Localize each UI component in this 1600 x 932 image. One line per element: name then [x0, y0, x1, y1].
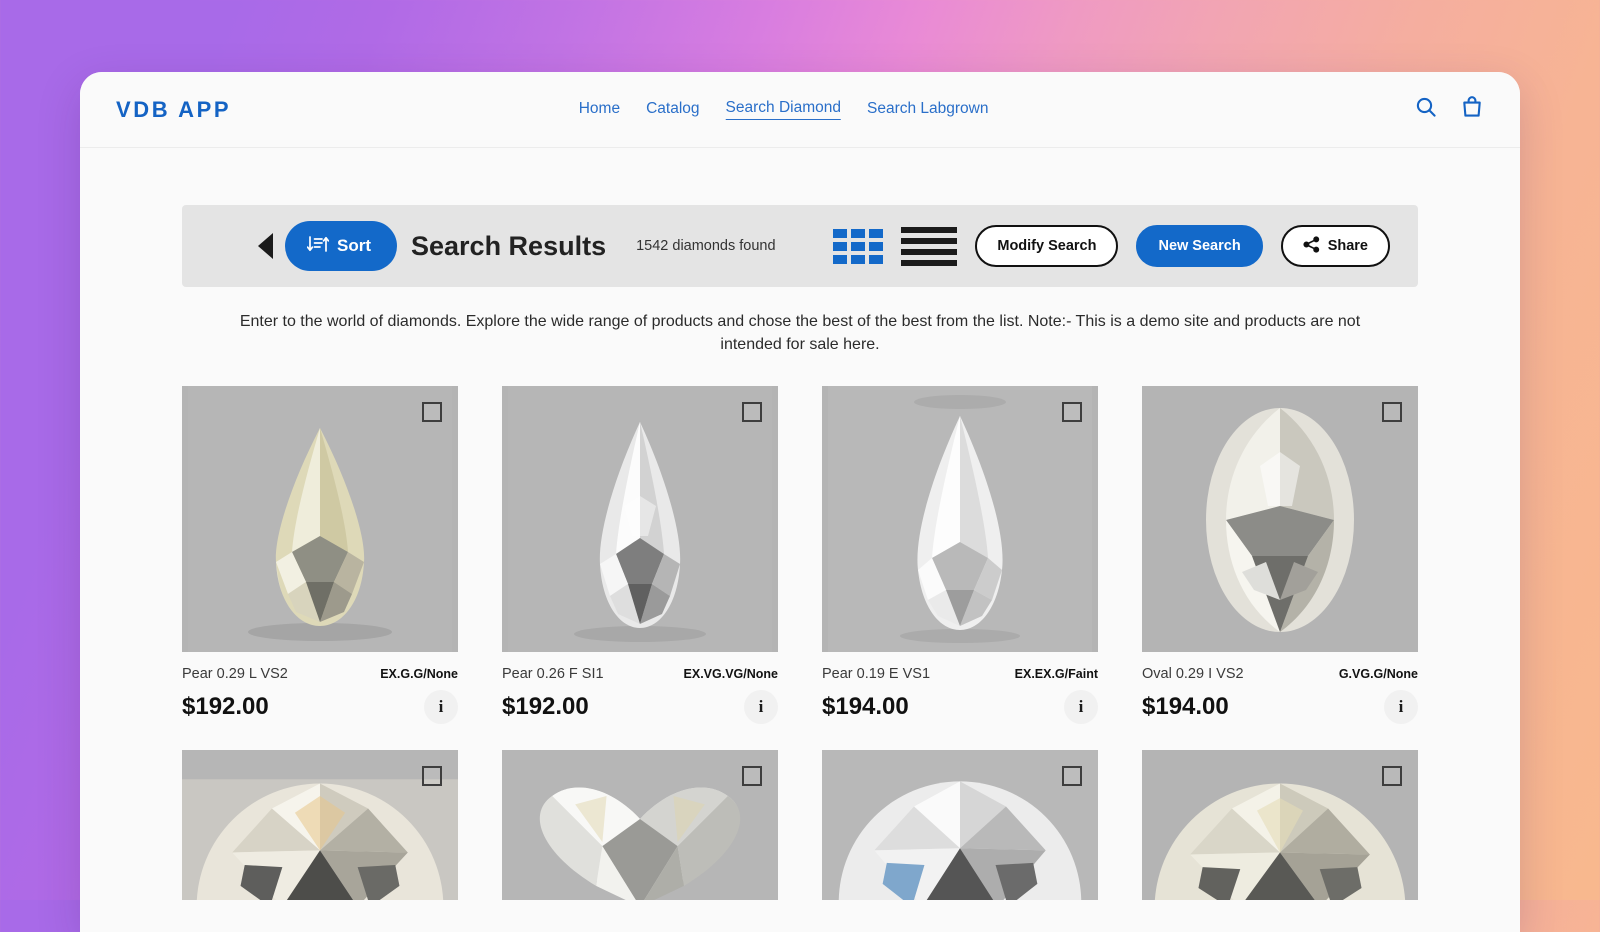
toolbar-actions: Modify Search New Search Share: [833, 225, 1390, 267]
main-content: Sort Search Results 1542 diamonds found …: [80, 205, 1520, 901]
gem-illustration: [182, 750, 458, 901]
sort-icon: [306, 234, 330, 259]
gem-illustration: [182, 386, 458, 653]
product-card[interactable]: [182, 750, 458, 901]
product-spec: Pear 0.19 E VS1: [822, 666, 931, 683]
product-price: $192.00: [502, 693, 589, 721]
nav-link-catalog[interactable]: Catalog: [646, 100, 699, 120]
product-select-checkbox[interactable]: [1062, 766, 1082, 787]
nav-link-search-labgrown[interactable]: Search Labgrown: [867, 100, 989, 120]
product-price-row: $192.00 i: [502, 690, 778, 725]
product-meta: Pear 0.19 E VS1 EX.EX.G/Faint: [822, 666, 1098, 682]
product-price: $192.00: [182, 693, 269, 721]
product-image[interactable]: [1142, 750, 1418, 901]
product-card[interactable]: Pear 0.26 F SI1 EX.VG.VG/None $192.00 i: [502, 386, 778, 725]
share-button-label: Share: [1327, 238, 1368, 254]
product-spec: Pear 0.29 L VS2: [182, 666, 288, 683]
gem-illustration: [502, 750, 778, 901]
top-navigation-bar: VDB APP Home Catalog Search Diamond Sear…: [80, 72, 1520, 148]
product-meta: Oval 0.29 I VS2 G.VG.G/None: [1142, 666, 1418, 682]
product-image[interactable]: [182, 386, 458, 653]
app-window: VDB APP Home Catalog Search Diamond Sear…: [80, 72, 1520, 932]
info-icon[interactable]: i: [424, 690, 458, 725]
results-count: 1542 diamonds found: [636, 238, 776, 254]
product-select-checkbox[interactable]: [742, 766, 762, 787]
product-image[interactable]: [502, 386, 778, 653]
product-spec: Pear 0.26 F SI1: [502, 666, 604, 683]
gem-illustration: [822, 750, 1098, 901]
product-card[interactable]: [502, 750, 778, 901]
product-card[interactable]: Oval 0.29 I VS2 G.VG.G/None $194.00 i: [1142, 386, 1418, 725]
product-select-checkbox[interactable]: [1382, 766, 1402, 787]
product-meta: Pear 0.29 L VS2 EX.G.G/None: [182, 666, 458, 682]
product-grid: Pear 0.29 L VS2 EX.G.G/None $192.00 i Pe…: [182, 386, 1418, 901]
info-icon[interactable]: i: [1384, 690, 1418, 725]
app-logo[interactable]: VDB APP: [116, 97, 231, 123]
product-card[interactable]: [822, 750, 1098, 901]
product-select-checkbox[interactable]: [1382, 402, 1402, 423]
product-cert: EX.EX.G/Faint: [1014, 667, 1098, 682]
list-view-icon[interactable]: [901, 226, 958, 266]
product-select-checkbox[interactable]: [422, 766, 442, 787]
product-image[interactable]: [1142, 386, 1418, 653]
product-select-checkbox[interactable]: [1062, 402, 1082, 423]
nav-link-home[interactable]: Home: [579, 100, 620, 120]
back-triangle-icon[interactable]: [258, 233, 273, 259]
nav-link-search-diamond[interactable]: Search Diamond: [725, 99, 841, 120]
share-button[interactable]: Share: [1280, 225, 1390, 267]
product-card[interactable]: [1142, 750, 1418, 901]
product-image[interactable]: [502, 750, 778, 901]
info-icon[interactable]: i: [1064, 690, 1098, 725]
nav-links: Home Catalog Search Diamond Search Labgr…: [579, 99, 989, 120]
gem-illustration: [1142, 386, 1418, 653]
sort-button-label: Sort: [337, 236, 371, 255]
product-meta: Pear 0.26 F SI1 EX.VG.VG/None: [502, 666, 778, 682]
share-icon: [1303, 235, 1320, 257]
product-cert: EX.VG.VG/None: [683, 667, 778, 682]
search-icon[interactable]: [1414, 95, 1438, 124]
product-price-row: $194.00 i: [822, 690, 1098, 725]
product-image[interactable]: [822, 750, 1098, 901]
product-price-row: $194.00 i: [1142, 690, 1418, 725]
gem-illustration: [502, 386, 778, 653]
gem-illustration: [1142, 750, 1418, 901]
page-description: Enter to the world of diamonds. Explore …: [239, 313, 1361, 353]
product-image[interactable]: [822, 386, 1098, 653]
nav-icon-group: [1414, 95, 1484, 124]
grid-view-icon[interactable]: [833, 228, 884, 264]
product-spec: Oval 0.29 I VS2: [1142, 666, 1244, 683]
product-image[interactable]: [182, 750, 458, 901]
product-price: $194.00: [822, 693, 909, 721]
product-price: $194.00: [1142, 693, 1229, 721]
shopping-bag-icon[interactable]: [1460, 95, 1484, 124]
page-title: Search Results: [411, 230, 607, 261]
modify-search-button[interactable]: Modify Search: [975, 225, 1119, 267]
product-price-row: $192.00 i: [182, 690, 458, 725]
sort-button[interactable]: Sort: [285, 221, 397, 271]
results-toolbar: Sort Search Results 1542 diamonds found …: [182, 205, 1418, 287]
product-cert: EX.G.G/None: [380, 667, 458, 682]
info-icon[interactable]: i: [744, 690, 778, 725]
product-select-checkbox[interactable]: [742, 402, 762, 423]
product-card[interactable]: Pear 0.29 L VS2 EX.G.G/None $192.00 i: [182, 386, 458, 725]
product-card[interactable]: Pear 0.19 E VS1 EX.EX.G/Faint $194.00 i: [822, 386, 1098, 725]
product-select-checkbox[interactable]: [422, 402, 442, 423]
product-cert: G.VG.G/None: [1338, 667, 1418, 682]
new-search-button[interactable]: New Search: [1136, 225, 1263, 267]
gem-illustration: [822, 386, 1098, 653]
